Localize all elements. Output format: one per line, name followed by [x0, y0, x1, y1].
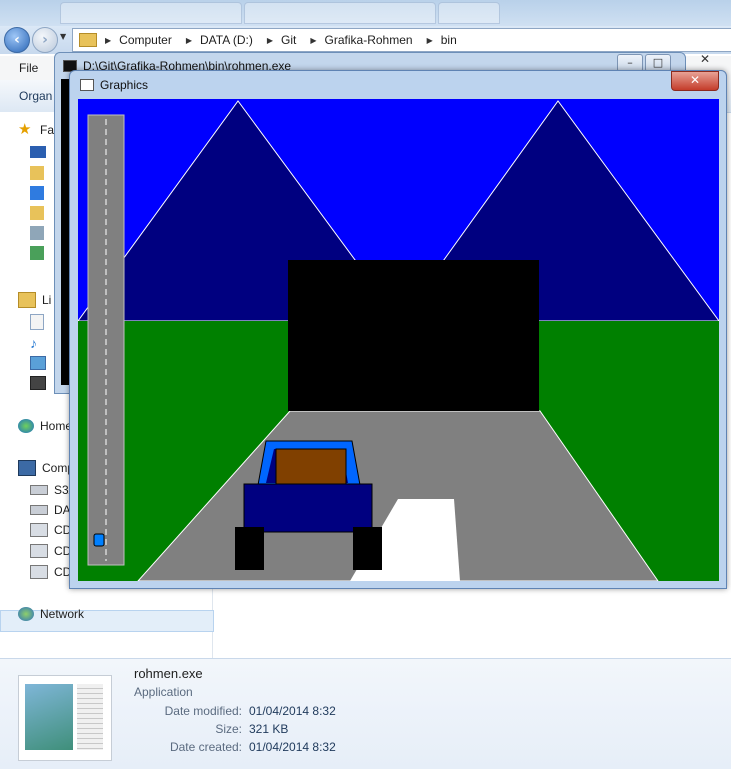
folder-icon[interactable] — [30, 206, 44, 220]
thumbnail-image — [25, 684, 73, 750]
details-date-modified-value[interactable]: 01/04/2014 8:32 — [249, 704, 336, 718]
music-icon[interactable]: ♪ — [30, 336, 44, 350]
recent-places-icon[interactable] — [30, 226, 44, 240]
tab-faded-3[interactable] — [438, 2, 500, 24]
nav-item-network[interactable]: Network — [18, 604, 84, 624]
details-date-created-value[interactable]: 01/04/2014 8:32 — [249, 740, 336, 754]
cd-drive-icon — [30, 523, 48, 537]
cd-drive-icon — [30, 565, 48, 579]
cd-drive-icon — [30, 544, 48, 558]
breadcrumb-separator-icon: ▶ — [426, 35, 433, 45]
network-icon — [18, 607, 34, 621]
details-date-created-label: Date created: — [169, 740, 242, 754]
minimap-car-marker — [93, 533, 105, 547]
recent-pages-chevron-icon[interactable]: ▼ — [60, 32, 66, 41]
drive-icon — [30, 485, 48, 495]
details-filename: rohmen.exe — [134, 666, 203, 681]
favorites-subitems — [30, 146, 46, 266]
organize-button[interactable]: Organ — [19, 89, 52, 103]
details-size-value: 321 KB — [249, 722, 289, 736]
videos-icon[interactable] — [30, 376, 46, 390]
graphics-app-icon — [80, 79, 94, 91]
details-filetype: Application — [134, 685, 193, 699]
car-wheel-right — [353, 527, 382, 570]
car-body — [243, 483, 373, 533]
breadcrumb-separator-icon: ▶ — [185, 35, 192, 45]
browser-tab-strip — [0, 0, 731, 26]
back-arrow-icon[interactable]: ‹ — [4, 27, 30, 53]
documents-icon[interactable] — [30, 314, 44, 330]
breadcrumb-computer[interactable]: Computer — [119, 33, 172, 47]
graphics-window-title: Graphics — [100, 78, 149, 92]
breadcrumb-separator-icon: ▶ — [310, 35, 317, 45]
car-cargo — [275, 448, 347, 486]
breadcrumb-bin[interactable]: bin — [441, 33, 457, 47]
breadcrumb-separator-icon: ▶ — [105, 35, 112, 45]
nav-item-cd-drive[interactable]: CD — [30, 562, 71, 582]
nav-item-libraries[interactable]: Li — [18, 290, 51, 310]
libraries-subitems: ♪ — [30, 314, 46, 390]
drive-icon — [30, 505, 48, 515]
forward-arrow-icon[interactable]: › — [32, 27, 58, 53]
tab-faded-1[interactable] — [60, 2, 242, 24]
menu-file[interactable]: File — [19, 61, 38, 75]
address-bar[interactable]: ▶ Computer ▶ DATA (D:) ▶ Git ▶ Grafika-R… — [72, 28, 731, 52]
computer-icon — [18, 460, 36, 476]
desktop-icon[interactable] — [30, 146, 46, 158]
tunnel-entrance — [288, 260, 539, 411]
nav-item-label: Fa — [40, 123, 55, 137]
homegroup-icon — [18, 419, 34, 433]
nav-item-cd-drive[interactable]: CD — [30, 541, 71, 561]
nav-item-label: Network — [40, 607, 85, 621]
details-size-label: Size: — [215, 722, 242, 736]
breadcrumb-separator-icon: ▶ — [266, 35, 274, 45]
tab-faded-2[interactable] — [244, 2, 436, 24]
nav-item-computer[interactable]: Comp — [18, 458, 74, 478]
game-canvas[interactable] — [78, 99, 719, 581]
nav-item-cd-drive[interactable]: CD — [30, 520, 71, 540]
details-pane: rohmen.exe Application Date modified: 01… — [0, 658, 731, 769]
breadcrumb-grafika-rohmen[interactable]: Grafika-Rohmen — [325, 33, 413, 47]
folder-icon — [79, 33, 97, 47]
close-icon[interactable]: ✕ — [671, 71, 719, 91]
star-icon: ★ — [18, 121, 32, 138]
details-date-modified-label: Date modified: — [164, 704, 242, 718]
nav-item-favorites[interactable]: ★ Fa — [18, 120, 54, 140]
shared-folder-icon[interactable] — [30, 246, 44, 260]
nav-item-label: Home — [40, 419, 73, 433]
libraries-icon — [18, 292, 36, 308]
car-wheel-left — [235, 527, 264, 570]
downloads-icon[interactable] — [30, 166, 44, 180]
dropbox-icon[interactable] — [30, 186, 44, 200]
pictures-icon[interactable] — [30, 356, 46, 370]
nav-item-label: Li — [42, 293, 52, 307]
breadcrumb-data-drive[interactable]: DATA (D:) — [200, 33, 253, 47]
background-close-icon[interactable]: ✕ — [700, 52, 710, 66]
nav-item-homegroup[interactable]: Home — [18, 416, 72, 436]
breadcrumb-git[interactable]: Git — [281, 33, 296, 47]
